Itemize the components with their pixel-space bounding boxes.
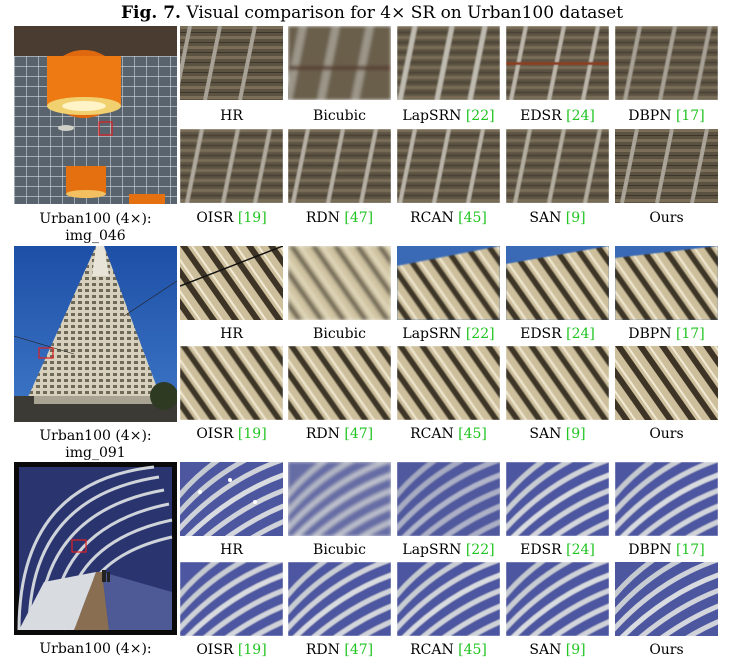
patch-label-ours: Ours [649, 426, 684, 442]
main-caption-dataset: Urban100 (4×): [39, 211, 152, 227]
main-image-img046 [14, 26, 177, 204]
patch-hr [180, 26, 283, 100]
patch-rdn [288, 129, 391, 203]
patch-dbpn [615, 462, 718, 536]
patch-label-hr: HR [220, 108, 243, 124]
patch-san [506, 129, 609, 203]
patch-label-ours: Ours [649, 210, 684, 226]
patch-label-rdn: RDN [47] [305, 210, 374, 226]
patch-label-ours: Ours [649, 642, 684, 658]
main-caption-dataset: Urban100 (4×): [39, 641, 152, 657]
main-caption-image-id: img_046 [65, 228, 126, 244]
patch-label-bicubic: Bicubic [313, 542, 366, 558]
main-image-group3 [14, 462, 177, 635]
patch-ours [615, 129, 718, 203]
patch-san [506, 562, 609, 636]
main-image-img091 [14, 246, 177, 422]
patch-rdn [288, 346, 391, 420]
patch-hr [180, 462, 283, 536]
patch-label-oisr: OISR [19] [196, 426, 267, 442]
patch-lapsrn [397, 462, 500, 536]
patch-label-rcan: RCAN [45] [410, 642, 487, 658]
patch-oisr [180, 562, 283, 636]
patch-label-dbpn: DBPN [17] [628, 542, 705, 558]
patch-label-bicubic: Bicubic [313, 326, 366, 342]
patch-rcan [397, 129, 500, 203]
patch-label-rcan: RCAN [45] [410, 426, 487, 442]
patch-rcan [397, 346, 500, 420]
patch-edsr [506, 462, 609, 536]
patch-edsr [506, 26, 609, 100]
patch-label-edsr: EDSR [24] [520, 326, 595, 342]
patch-label-lapsrn: LapSRN [22] [402, 542, 495, 558]
figure-caption: Fig. 7. Visual comparison for 4× SR on U… [0, 3, 744, 23]
figure-label: Fig. 7. [120, 3, 181, 23]
main-caption-image-id: img_091 [65, 445, 126, 461]
patch-oisr [180, 346, 283, 420]
patch-label-rcan: RCAN [45] [410, 210, 487, 226]
patch-label-san: SAN [9] [529, 210, 586, 226]
main-caption: Urban100 (4×): img_091 [14, 428, 177, 462]
patch-ours [615, 562, 718, 636]
patch-ours [615, 346, 718, 420]
patch-label-san: SAN [9] [529, 426, 586, 442]
patch-bicubic [288, 26, 391, 100]
patch-label-oisr: OISR [19] [196, 210, 267, 226]
figure-caption-text: Visual comparison for 4× SR on Urban100 … [186, 3, 624, 23]
patch-label-rdn: RDN [47] [305, 426, 374, 442]
patch-bicubic [288, 462, 391, 536]
patch-label-lapsrn: LapSRN [22] [402, 326, 495, 342]
patch-hr [180, 246, 283, 320]
patch-label-oisr: OISR [19] [196, 642, 267, 658]
patch-label-lapsrn: LapSRN [22] [402, 108, 495, 124]
patch-edsr [506, 246, 609, 320]
main-caption: Urban100 (4×): [14, 641, 177, 658]
patch-san [506, 346, 609, 420]
patch-label-hr: HR [220, 542, 243, 558]
patch-label-bicubic: Bicubic [313, 108, 366, 124]
patch-dbpn [615, 26, 718, 100]
patch-label-hr: HR [220, 326, 243, 342]
patch-label-edsr: EDSR [24] [520, 108, 595, 124]
main-caption: Urban100 (4×): img_046 [14, 211, 177, 245]
patch-dbpn [615, 246, 718, 320]
patch-oisr [180, 129, 283, 203]
patch-label-edsr: EDSR [24] [520, 542, 595, 558]
patch-rdn [288, 562, 391, 636]
patch-label-dbpn: DBPN [17] [628, 326, 705, 342]
patch-label-san: SAN [9] [529, 642, 586, 658]
patch-rcan [397, 562, 500, 636]
patch-bicubic [288, 246, 391, 320]
patch-label-dbpn: DBPN [17] [628, 108, 705, 124]
patch-label-rdn: RDN [47] [305, 642, 374, 658]
patch-lapsrn [397, 246, 500, 320]
patch-lapsrn [397, 26, 500, 100]
main-caption-dataset: Urban100 (4×): [39, 428, 152, 444]
